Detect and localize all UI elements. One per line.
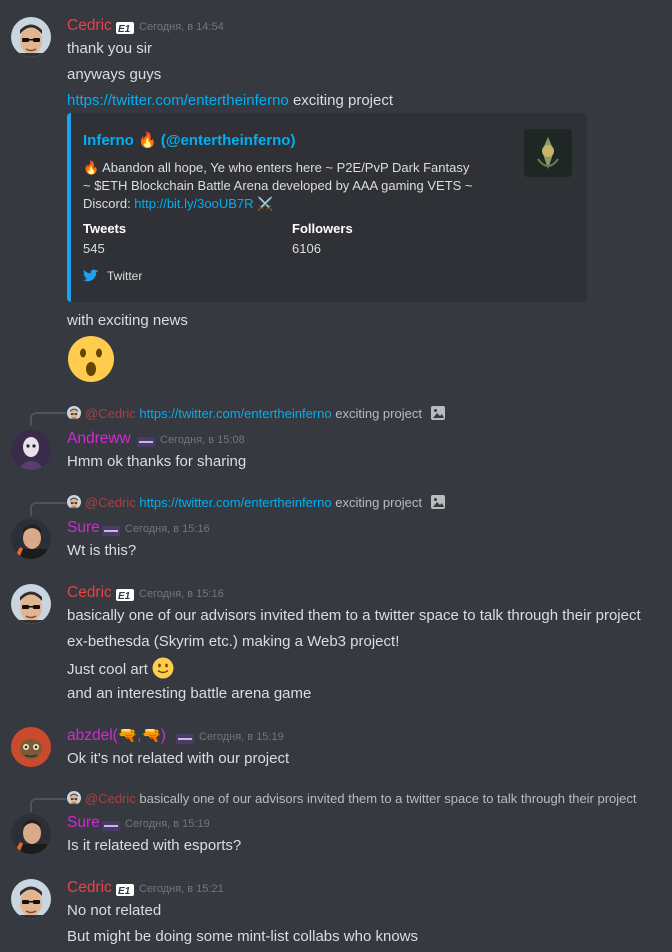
image-icon <box>430 406 445 420</box>
timestamp: Сегодня, в 15:19 <box>125 818 210 830</box>
svg-text:E1: E1 <box>118 886 131 896</box>
message-text: basically one of our advisors invited th… <box>67 607 641 624</box>
reply-mention[interactable]: @Cedric <box>85 406 136 421</box>
username[interactable]: Sure <box>67 518 100 538</box>
reply-preview[interactable]: @Cedric https://twitter.com/entertheinfe… <box>67 494 446 512</box>
username[interactable]: abzdel(🔫,🔫) <box>67 726 166 746</box>
avatar[interactable] <box>11 814 51 854</box>
message-link[interactable]: https://twitter.com/entertheinferno <box>67 92 289 109</box>
timestamp: Сегодня, в 14:54 <box>139 21 224 33</box>
timestamp: Сегодня, в 15:16 <box>125 523 210 535</box>
username[interactable]: Cedric <box>67 878 112 898</box>
reply-link[interactable]: https://twitter.com/entertheinferno <box>139 495 331 510</box>
message-text: https://twitter.com/entertheinferno exci… <box>67 90 393 112</box>
server-tag-icon <box>102 818 120 835</box>
surprised-emoji[interactable] <box>67 335 115 383</box>
server-tag-icon: E1 <box>116 588 134 605</box>
image-icon <box>430 495 445 509</box>
embed-field-name: Followers <box>292 221 353 236</box>
avatar[interactable] <box>11 17 51 57</box>
reply-mention[interactable]: @Cedric <box>85 791 136 806</box>
svg-text:E1: E1 <box>118 591 131 601</box>
avatar[interactable] <box>11 727 51 767</box>
avatar[interactable] <box>11 879 51 919</box>
embed-thumbnail[interactable] <box>524 129 572 177</box>
slightly-smiling-emoji[interactable] <box>152 657 174 679</box>
message-text: and an interesting battle arena game <box>67 685 312 702</box>
server-tag-icon: E1 <box>116 21 134 38</box>
message-text: ex-bethesda (Skyrim etc.) making a Web3 … <box>67 633 400 650</box>
reply-mention[interactable]: @Cedric <box>85 495 136 510</box>
link-embed: Inferno 🔥 (@entertheinferno) 🔥 Abandon a… <box>67 113 587 302</box>
reply-spine <box>30 798 66 812</box>
embed-field-name: Tweets <box>83 221 127 236</box>
reply-avatar <box>67 791 81 805</box>
reply-spine <box>30 412 66 426</box>
reply-spine <box>30 502 66 516</box>
reply-text: exciting project <box>331 406 422 421</box>
message-text: with exciting news <box>67 312 188 329</box>
embed-description: 🔥 Abandon all hope, Ye who enters here ~… <box>83 159 478 213</box>
username[interactable]: Cedric <box>67 16 112 36</box>
message-text: No not related <box>67 902 162 919</box>
swords-emoji: ⚔️ <box>253 196 274 211</box>
message-text: Ok it's not related with our project <box>67 750 290 767</box>
message-text: Hmm ok thanks for sharing <box>67 453 247 470</box>
reply-avatar <box>67 495 81 509</box>
message-text: Is it relateed with esports? <box>67 837 242 854</box>
reply-text: basically one of our advisors invited th… <box>135 791 637 806</box>
reply-avatar <box>67 406 81 420</box>
avatar[interactable] <box>11 430 51 470</box>
message-text-suffix: exciting project <box>288 92 393 109</box>
message-text-content: Just cool art <box>67 661 148 678</box>
embed-author[interactable]: Inferno 🔥 (@entertheinferno) <box>83 131 295 149</box>
reply-preview[interactable]: @Cedric https://twitter.com/entertheinfe… <box>67 405 446 423</box>
twitter-bird-icon <box>83 269 99 282</box>
embed-footer-text: Twitter <box>107 269 143 283</box>
reply-link[interactable]: https://twitter.com/entertheinferno <box>139 406 331 421</box>
avatar[interactable] <box>11 519 51 559</box>
avatar[interactable] <box>11 584 51 624</box>
timestamp: Сегодня, в 15:19 <box>199 731 284 743</box>
reply-preview[interactable]: @Cedric basically one of our advisors in… <box>67 790 637 808</box>
message-text: anyways guys <box>67 66 162 83</box>
svg-text:E1: E1 <box>118 24 131 34</box>
server-tag-icon: E1 <box>116 883 134 900</box>
message-text: Just cool art <box>67 657 174 681</box>
message-text: thank you sir <box>67 40 153 57</box>
embed-footer: Twitter <box>83 269 142 283</box>
message-text: Wt is this? <box>67 542 137 559</box>
username[interactable]: Sure <box>67 813 100 833</box>
embed-field-value: 545 <box>83 241 105 256</box>
server-tag-icon <box>176 731 194 748</box>
timestamp: Сегодня, в 15:08 <box>160 434 245 446</box>
username[interactable]: Cedric <box>67 583 112 603</box>
reply-text: exciting project <box>331 495 422 510</box>
server-tag-icon <box>102 523 120 540</box>
message-text: But might be doing some mint-list collab… <box>67 928 418 945</box>
embed-field-value: 6106 <box>292 241 321 256</box>
timestamp: Сегодня, в 15:21 <box>139 883 224 895</box>
server-tag-icon <box>137 434 155 451</box>
username[interactable]: Andreww <box>67 429 131 449</box>
timestamp: Сегодня, в 15:16 <box>139 588 224 600</box>
embed-link[interactable]: http://bit.ly/3ooUB7R <box>134 196 253 211</box>
